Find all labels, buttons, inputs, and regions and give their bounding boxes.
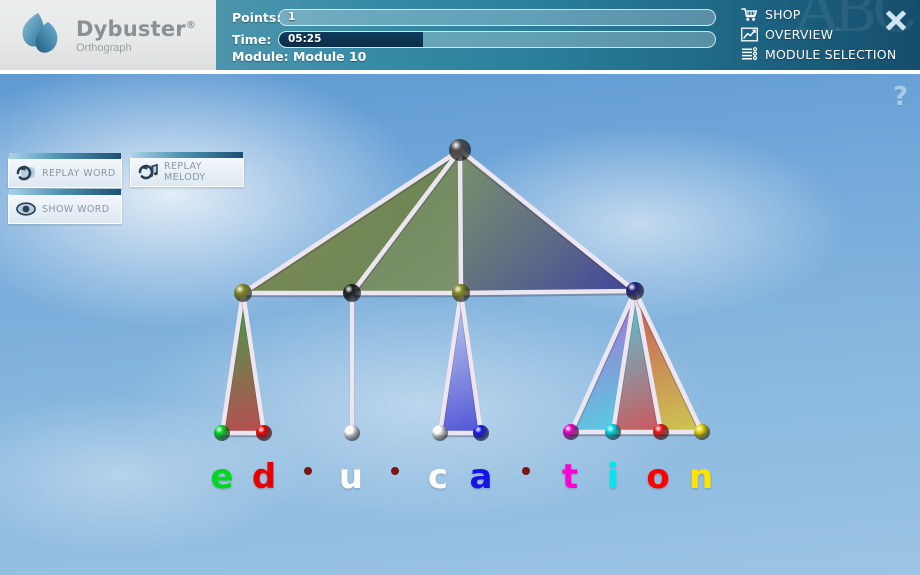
graph-node-l-a[interactable] [473, 425, 489, 441]
dybuster-droplet-logo-icon [14, 9, 66, 61]
graph-node-l-t[interactable] [563, 424, 579, 440]
word-letter: t [561, 457, 579, 497]
graph-node-m1[interactable] [234, 284, 252, 302]
time-value: 05:25 [288, 33, 322, 45]
replay-melody-button[interactable]: REPLAY MELODY [130, 152, 244, 187]
brand-registered-mark: ® [185, 19, 197, 31]
brand-name-text: Dybuster [76, 16, 186, 41]
graph-node-l-o[interactable] [653, 424, 669, 440]
word-separator-dot [304, 467, 312, 475]
word-separator-dot [522, 467, 530, 475]
eye-icon [14, 198, 38, 220]
word-display: ed u ca tion [0, 454, 920, 514]
replay-speech-bubble-icon [14, 162, 38, 184]
brand-text: Dybuster® Orthograph [76, 17, 196, 54]
graph-node-m4[interactable] [626, 282, 644, 300]
exercise-stage: ed u ca tion REPLAY WORD REPLAY MELODY SHOW… [0, 74, 920, 575]
menu-item-overview-label: OVERVIEW [765, 27, 834, 42]
graph-node-l-c[interactable] [432, 425, 448, 441]
sliders-list-icon [741, 47, 758, 62]
graph-node-l-d[interactable] [256, 425, 272, 441]
show-word-button[interactable]: SHOW WORD [8, 189, 122, 224]
word-letter: n [688, 457, 714, 497]
points-label: Points: [232, 9, 282, 25]
graph-edge [458, 288, 638, 296]
shopping-cart-icon [741, 7, 758, 22]
word-letter: e [210, 457, 234, 497]
time-label: Time: [232, 31, 272, 47]
header-status-bar: ABC Points: 1 Time: 05:25 Module: Module… [216, 0, 920, 70]
graph-node-root[interactable] [449, 139, 471, 161]
close-icon[interactable] [881, 5, 911, 35]
graph-face [222, 293, 264, 433]
graph-node-l-i[interactable] [605, 424, 621, 440]
graph-edge [457, 147, 464, 296]
replay-word-button[interactable]: REPLAY WORD [8, 153, 122, 188]
show-word-label: SHOW WORD [42, 203, 110, 215]
replay-music-note-icon [136, 161, 160, 183]
menu-item-shop[interactable]: SHOP [741, 5, 896, 24]
brand-subtitle: Orthograph [76, 41, 132, 54]
word-separator-dot [391, 467, 399, 475]
graph-node-l-u[interactable] [344, 425, 360, 441]
word-letter: u [338, 457, 364, 497]
points-bar: 1 [278, 8, 716, 26]
menu-item-overview[interactable]: OVERVIEW [741, 25, 896, 44]
dybuster-orthograph-window: Dybuster® Orthograph ABC Points: 1 Time:… [0, 0, 920, 575]
menu-item-module-selection[interactable]: MODULE SELECTION [741, 45, 896, 64]
graph-node-m3[interactable] [452, 284, 470, 302]
graph-node-l-n[interactable] [694, 424, 710, 440]
logo-panel: Dybuster® Orthograph [0, 0, 216, 70]
menu-item-shop-label: SHOP [765, 7, 801, 22]
points-row: Points: 1 [232, 8, 716, 26]
brand-name: Dybuster® [76, 17, 196, 41]
points-value: 1 [288, 11, 296, 23]
graph-node-l-e[interactable] [214, 425, 230, 441]
word-letter: a [469, 457, 493, 497]
question-mark-icon[interactable]: ? [893, 82, 908, 112]
module-label: Module: Module 10 [232, 49, 367, 64]
word-letter: c [427, 457, 449, 497]
word-letter: i [607, 457, 619, 497]
time-row: Time: 05:25 [232, 30, 716, 48]
replay-melody-label: REPLAY MELODY [164, 161, 206, 183]
replay-word-label: REPLAY WORD [42, 167, 116, 179]
time-bar: 05:25 [278, 30, 716, 48]
menu-item-module-selection-label: MODULE SELECTION [765, 47, 897, 62]
line-chart-icon [741, 27, 758, 42]
word-letter: d [251, 457, 277, 497]
app-header: Dybuster® Orthograph ABC Points: 1 Time:… [0, 0, 920, 74]
graph-node-m2[interactable] [343, 284, 361, 302]
header-menu: SHOP OVERVIEW MODULE SELECTION [741, 5, 896, 65]
word-letter: o [646, 457, 670, 497]
